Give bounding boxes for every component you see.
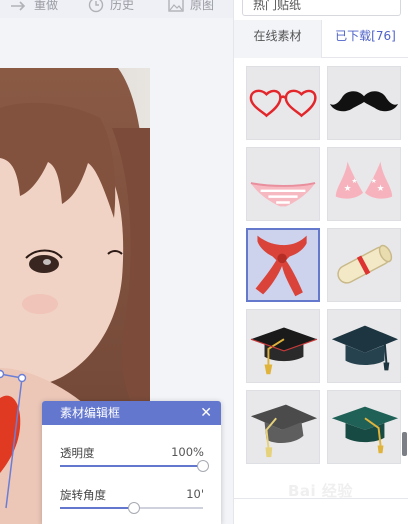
toolbar: 重做 历史 原图	[0, 0, 233, 18]
rotation-slider[interactable]	[60, 502, 203, 514]
redo-label: 重做	[34, 0, 59, 12]
rotation-slider-fill	[60, 507, 135, 509]
opacity-slider-fill	[60, 465, 203, 467]
svg-text:★: ★	[344, 184, 352, 194]
mustache-icon	[329, 91, 399, 112]
bikini-top-icon: ★ ★ ★ ★	[335, 161, 393, 199]
rotation-value: 10'	[186, 487, 204, 501]
clock-icon	[88, 0, 104, 13]
svg-text:★: ★	[377, 184, 385, 194]
panel-header: 热门贴纸	[234, 0, 408, 18]
rotation-row: 旋转角度 10'	[60, 487, 204, 502]
svg-text:★: ★	[371, 177, 377, 185]
panel-scrollbar[interactable]	[402, 432, 407, 456]
redo-icon	[10, 0, 28, 11]
sticker-graduation-cap-black[interactable]	[246, 309, 320, 383]
dialog-header[interactable]: 素材编辑框 ✕	[42, 401, 221, 425]
original-label: 原图	[190, 0, 215, 12]
graduation-cap-icon	[331, 325, 399, 371]
sticker-panel: 热门贴纸 在线素材 已下载[76] ★ ★ ★ ★	[233, 0, 408, 524]
heart-glasses-icon	[249, 89, 317, 118]
opacity-label: 透明度	[60, 446, 95, 460]
red-scarf-icon	[255, 235, 307, 297]
sticker-graduation-cap-teal[interactable]	[327, 309, 401, 383]
sticker-diploma-scroll[interactable]	[327, 228, 401, 302]
opacity-row: 透明度 100%	[60, 445, 204, 460]
graduation-cap-icon	[331, 406, 399, 454]
image-icon	[168, 0, 184, 12]
sticker-red-scarf[interactable]	[246, 228, 320, 302]
sticker-heart-glasses[interactable]	[246, 66, 320, 140]
opacity-value: 100%	[171, 445, 204, 459]
watermark: Bai 经验	[288, 482, 353, 500]
app-window: 重做 历史 原图 热门贴纸 在线素材 已下载[76] ★ ★ ★ ★ 素材编辑框…	[0, 0, 408, 524]
sticker-graduation-cap-green[interactable]	[327, 390, 401, 464]
tab-downloaded[interactable]: 已下载[76]	[322, 20, 408, 58]
tab-online[interactable]: 在线素材	[234, 20, 322, 58]
redo-button[interactable]: 重做	[10, 0, 58, 13]
svg-text:★: ★	[351, 177, 357, 185]
sticker-tabs: 在线素材 已下载[76]	[234, 20, 408, 58]
graduation-cap-icon	[250, 327, 318, 375]
sticker-striped-bikini-bottom[interactable]	[246, 147, 320, 221]
sticker-graduation-cap-grey[interactable]	[246, 390, 320, 464]
close-icon[interactable]: ✕	[200, 401, 212, 425]
sticker-mustache[interactable]	[327, 66, 401, 140]
bikini-bottom-icon	[250, 182, 316, 207]
rotation-label: 旋转角度	[60, 488, 106, 502]
graduation-cap-icon	[250, 404, 318, 458]
category-dropdown[interactable]: 热门贴纸	[242, 0, 401, 16]
sticker-star-bikini-top[interactable]: ★ ★ ★ ★	[327, 147, 401, 221]
original-image-button[interactable]: 原图	[168, 0, 214, 13]
dialog-title: 素材编辑框	[60, 406, 121, 420]
opacity-slider[interactable]	[60, 460, 209, 472]
panel-footer	[234, 498, 408, 524]
sticker-edit-dialog: 素材编辑框 ✕ 透明度 100% 旋转角度 10'	[42, 401, 221, 524]
diploma-icon	[337, 244, 393, 284]
history-button[interactable]: 历史	[88, 0, 134, 13]
opacity-slider-handle[interactable]	[197, 460, 209, 472]
rotation-slider-handle[interactable]	[128, 502, 141, 514]
category-dropdown-label: 热门贴纸	[253, 0, 302, 12]
history-label: 历史	[110, 0, 135, 12]
